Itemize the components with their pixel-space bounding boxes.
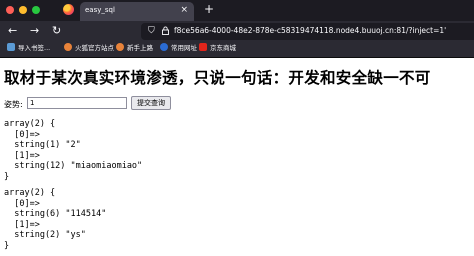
firefox-view-icon[interactable] (63, 4, 74, 15)
bookmark-getting-started[interactable]: 新手上路 (116, 43, 153, 54)
page-title: 取材于某次真实环境渗透，只说一句话：开发和安全缺一不可 (4, 69, 431, 87)
firefox-icon (64, 43, 72, 51)
maximize-window-icon[interactable] (32, 6, 40, 14)
url-text[interactable]: f8ce56a6-4000-48e2-878e-c58319474118.nod… (174, 26, 446, 35)
import-icon (7, 43, 15, 51)
submit-button[interactable]: 提交查询 (131, 96, 171, 110)
bookmark-firefox-site[interactable]: 火狐官方站点 (64, 43, 114, 54)
address-bar[interactable]: ⛉ f8ce56a6-4000-48e2-878e-c58319474118.n… (141, 23, 474, 40)
tab-easy-sql[interactable]: easy_sql × (80, 2, 194, 21)
inject-label: 姿势: (4, 100, 23, 109)
reload-icon[interactable]: ↻ (52, 24, 61, 38)
jd-icon (199, 43, 207, 51)
minimize-window-icon[interactable] (19, 6, 27, 14)
back-icon[interactable]: ← (8, 24, 17, 38)
result-dump: array(2) { [0]=> string(1) "2" [1]=> str… (4, 119, 143, 182)
navigation-toolbar: ← → ↻ ⛉ f8ce56a6-4000-48e2-878e-c5831947… (0, 21, 474, 41)
bookmarks-toolbar: 导入书签... 火狐官方站点 新手上路 常用网址 京东商城 (0, 41, 474, 58)
bookmark-common-sites[interactable]: 常用网址 (160, 43, 197, 54)
result-dump: array(2) { [0]=> string(6) "114514" [1]=… (4, 188, 107, 251)
inject-input[interactable] (27, 97, 127, 109)
globe-icon (160, 43, 168, 51)
shield-icon[interactable]: ⛉ (148, 26, 155, 36)
forward-icon[interactable]: → (30, 24, 39, 38)
bookmark-jd[interactable]: 京东商城 (199, 43, 236, 54)
tab-strip: easy_sql × + (0, 0, 474, 21)
tab-close-icon[interactable]: × (180, 5, 188, 15)
new-tab-icon[interactable]: + (204, 2, 214, 16)
lock-icon[interactable] (162, 26, 169, 35)
firefox-icon (116, 43, 124, 51)
bookmark-import[interactable]: 导入书签... (7, 43, 50, 54)
tab-title: easy_sql (85, 6, 115, 14)
close-window-icon[interactable] (6, 6, 14, 14)
